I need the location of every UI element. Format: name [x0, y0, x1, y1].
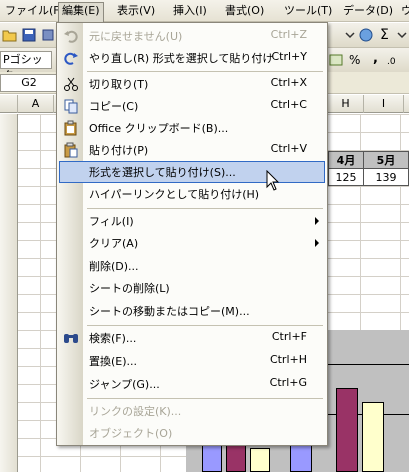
- menu-item-paste-special[interactable]: 形式を選択して貼り付け(S)...: [59, 161, 325, 183]
- menu-item-paste-as-hyperlink[interactable]: ハイパーリンクとして貼り付け(H): [59, 183, 325, 205]
- hyperlink-icon[interactable]: [358, 27, 374, 43]
- percent-style-button[interactable]: %: [349, 53, 360, 67]
- menu-item-clear[interactable]: クリア(A): [59, 232, 325, 254]
- redo-icon: [64, 52, 78, 65]
- menu-item-office-clipboard[interactable]: Office クリップボード(B)...: [59, 117, 325, 139]
- svg-text:.0: .0: [387, 57, 396, 67]
- mouse-cursor-icon: [266, 170, 280, 191]
- menu-item-goto[interactable]: ジャンプ(G)... Ctrl+G: [59, 373, 325, 395]
- chart-bar[interactable]: [202, 444, 222, 472]
- menu-separator: [87, 208, 323, 209]
- table-value-cell[interactable]: 125: [328, 168, 364, 186]
- row-headers: [0, 114, 18, 472]
- currency-icon[interactable]: [328, 52, 344, 68]
- menu-item-delete-sheet[interactable]: シートの削除(L): [59, 277, 325, 299]
- chart-bar[interactable]: [250, 448, 270, 472]
- menu-item-object: オブジェクト(O): [89, 427, 173, 440]
- menu-item-paste[interactable]: 貼り付け(P) Ctrl+V: [59, 139, 325, 161]
- menu-edit[interactable]: 編集(E): [58, 2, 104, 22]
- chart-bar[interactable]: [336, 388, 358, 472]
- comma-style-button[interactable]: ,: [373, 51, 378, 66]
- menu-data[interactable]: データ(D): [340, 3, 396, 19]
- menu-bar: ファイル(F) 編集(E) 表示(V) 挿入(I) 書式(O) ツール(T) デ…: [0, 0, 409, 22]
- name-box[interactable]: G2: [0, 74, 58, 92]
- font-name-box[interactable]: Pゴシック: [0, 51, 52, 82]
- menu-item-redo[interactable]: やり直し(R) 形式を選択して貼り付け Ctrl+Y: [59, 47, 325, 69]
- menu-separator: [87, 71, 323, 72]
- menu-item-cut[interactable]: 切り取り(T) Ctrl+X: [59, 73, 325, 95]
- table-header-cell[interactable]: 4月: [328, 151, 364, 169]
- column-header-h[interactable]: H: [328, 95, 364, 113]
- binoculars-icon: [64, 334, 78, 343]
- copy-icon: [64, 99, 78, 114]
- table-header-cell[interactable]: 5月: [363, 151, 409, 169]
- chevron-down-icon[interactable]: [342, 27, 358, 43]
- autosum-icon[interactable]: Σ: [380, 27, 389, 43]
- menu-view[interactable]: 表示(V): [114, 3, 158, 19]
- paste-icon: [64, 142, 78, 158]
- scissors-icon: [64, 77, 78, 91]
- column-header-i[interactable]: I: [364, 95, 404, 113]
- permission-icon[interactable]: [40, 27, 56, 43]
- menu-item-undo: 元に戻せません(U) Ctrl+Z: [59, 25, 325, 47]
- undo-icon: [64, 30, 78, 43]
- clipboard-icon: [64, 120, 77, 136]
- menu-item-move-copy-sheet[interactable]: シートの移動またはコピー(M)...: [59, 300, 325, 322]
- chevron-down-icon[interactable]: [394, 27, 409, 43]
- submenu-arrow-icon: [315, 217, 319, 225]
- column-header-a[interactable]: A: [18, 95, 54, 113]
- menu-item-links: リンクの設定(K)...: [89, 405, 182, 418]
- chart-bar[interactable]: [362, 402, 384, 472]
- menu-item-copy[interactable]: コピー(C) Ctrl+C: [59, 95, 325, 117]
- menu-tools[interactable]: ツール(T): [281, 3, 335, 19]
- increase-decimal-icon[interactable]: .0: [386, 52, 402, 68]
- menu-separator: [87, 325, 323, 326]
- menu-item-find[interactable]: 検索(F)... Ctrl+F: [59, 327, 325, 349]
- menu-item-replace[interactable]: 置換(E)... Ctrl+H: [59, 350, 325, 372]
- menu-separator: [87, 398, 323, 399]
- select-all-corner[interactable]: [0, 95, 18, 113]
- open-folder-icon[interactable]: [2, 27, 18, 43]
- submenu-arrow-icon: [315, 239, 319, 247]
- menu-window[interactable]: ウ: [398, 3, 409, 19]
- edit-menu: 元に戻せません(U) Ctrl+Z やり直し(R) 形式を選択して貼り付け Ct…: [56, 22, 328, 446]
- save-icon[interactable]: [21, 27, 37, 43]
- table-value-cell[interactable]: 139: [363, 168, 409, 186]
- menu-item-delete[interactable]: 削除(D)...: [59, 255, 325, 277]
- menu-format[interactable]: 書式(O): [222, 3, 267, 19]
- menu-item-fill[interactable]: フィル(I): [59, 210, 325, 232]
- menu-insert[interactable]: 挿入(I): [170, 3, 210, 19]
